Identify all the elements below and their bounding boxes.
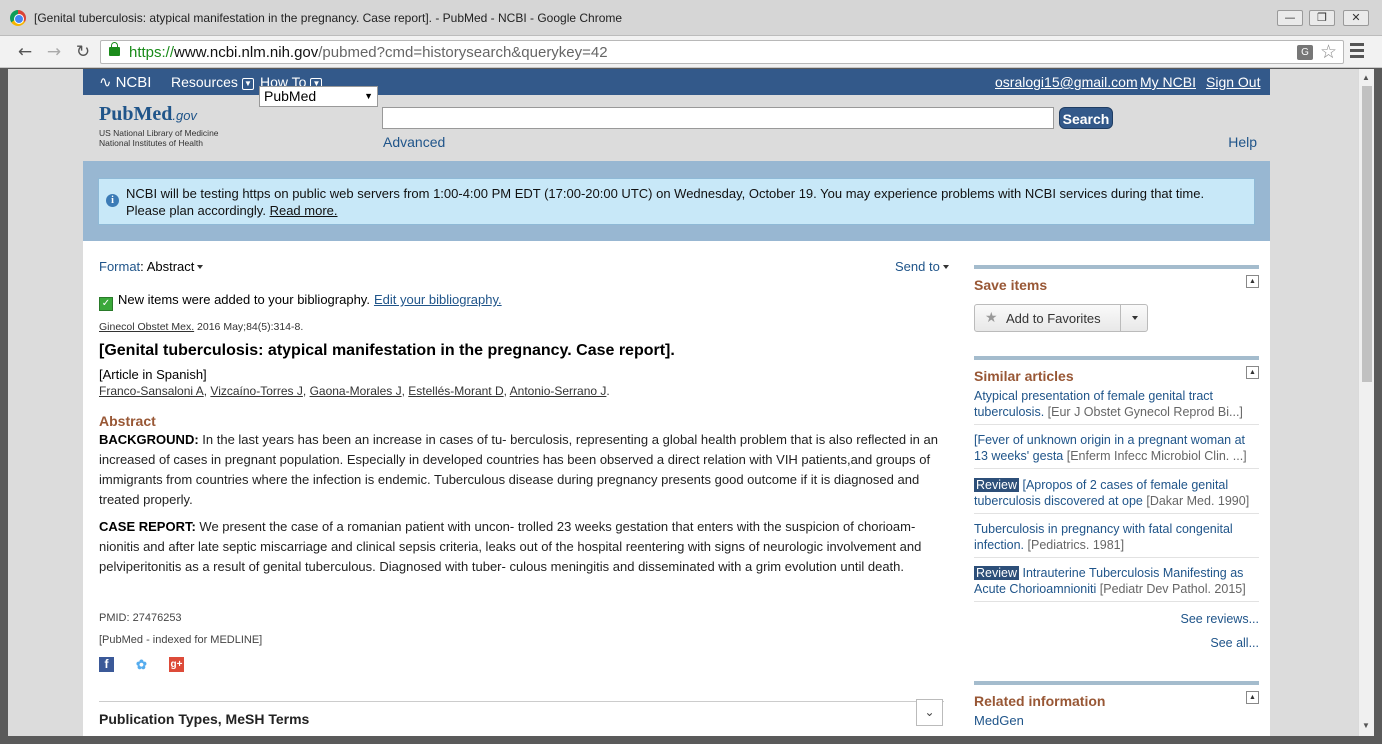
indexing-status: [PubMed - indexed for MEDLINE] [99,634,263,646]
scroll-down-icon[interactable]: ▼ [1362,721,1370,730]
publication-types-section[interactable]: Publication Types, MeSH Terms [99,701,944,727]
window-title: [Genital tuberculosis: atypical manifest… [34,11,623,25]
restore-button[interactable]: ❐ [1309,10,1335,26]
caret-down-icon[interactable] [1132,316,1138,320]
resources-menu[interactable]: Resources ▼ [171,74,254,90]
expand-double-chevron-icon[interactable]: ⌄ [916,699,943,726]
info-icon: i [106,194,119,207]
help-link[interactable]: Help [1228,134,1257,150]
similar-article-item[interactable]: Atypical presentation of female genital … [974,388,1259,425]
see-all-link[interactable]: See all... [1210,636,1259,650]
scroll-up-icon[interactable]: ▲ [1362,73,1370,82]
pubmed-page: ∿ NCBI Resources ▼ How To ▼ osralogi15@gmai… [83,69,1270,736]
my-ncbi-link[interactable]: My NCBI [1140,74,1196,90]
reload-icon[interactable]: ↻ [72,41,94,63]
similar-articles-portlet: Similar articles ▲ Atypical presentation… [974,356,1259,666]
pubmed-logo[interactable]: PubMed.gov US National Library of Medici… [99,103,219,148]
similar-article-item[interactable]: Tuberculosis in pregnancy with fatal con… [974,521,1259,558]
https-notice: i NCBI will be testing https on public w… [98,178,1255,225]
translate-icon[interactable]: G [1297,45,1313,60]
author-link[interactable]: Gaona-Morales J [310,384,402,398]
citation: Ginecol Obstet Mex. 2016 May;84(5):314-8… [99,321,304,333]
review-badge: Review [974,566,1019,580]
similar-article-item[interactable]: [Fever of unknown origin in a pregnant w… [974,432,1259,469]
abstract-case-report: CASE REPORT: We present the case of a ro… [99,519,922,574]
star-icon: ★ [985,309,998,325]
forward-arrow-icon[interactable]: → [43,41,65,63]
address-bar[interactable]: https://www.ncbi.nlm.nih.gov/pubmed?cmd=… [100,40,1344,64]
abstract-heading: Abstract [99,413,156,429]
similar-articles-heading: Similar articles [974,368,1074,384]
journal-link[interactable]: Ginecol Obstet Mex. [99,321,194,333]
article-language: [Article in Spanish] [99,367,207,382]
related-info-heading: Related information [974,693,1106,709]
user-email-link[interactable]: osralogi15@gmail.com [995,74,1138,90]
save-items-portlet: Save items ▲ ★ Add to Favorites [974,265,1259,335]
author-link[interactable]: Franco-Sansaloni A [99,384,204,398]
bibliography-message: ✓ New items were added to your bibliograp… [99,292,502,311]
back-arrow-icon[interactable]: ← [14,41,36,63]
collapse-icon[interactable]: ▲ [1246,275,1259,288]
url-text[interactable]: https://www.ncbi.nlm.nih.gov/pubmed?cmd=… [129,44,608,61]
bookmark-star-icon[interactable]: ☆ [1320,41,1337,64]
caret-down-icon [942,265,949,269]
similar-article-item[interactable]: Review Intrauterine Tuberculosis Manifes… [974,565,1259,602]
related-info-portlet: Related information ▲ MedGen [974,681,1259,736]
collapse-icon[interactable]: ▲ [1246,366,1259,379]
notice-area: i NCBI will be testing https on public w… [83,161,1270,241]
author-link[interactable]: Estellés-Morant D [408,384,503,398]
send-to-menu[interactable]: Send to [895,259,949,274]
ncbi-logo[interactable]: ∿ NCBI [99,73,151,91]
edit-bibliography-link[interactable]: Edit your bibliography. [374,292,502,307]
abstract-background: BACKGROUND: In the last years has been a… [99,432,938,507]
chrome-logo-icon [10,10,26,26]
search-button[interactable]: Search [1059,107,1113,129]
window-titlebar: [Genital tuberculosis: atypical manifest… [0,0,1382,36]
pmid: PMID: 27476253 [99,612,182,624]
google-plus-icon[interactable]: g+ [169,657,184,672]
database-select[interactable]: PubMed ▼ [259,86,378,107]
chrome-menu-icon[interactable] [1350,43,1364,61]
author-link[interactable]: Antonio-Serrano J [510,384,607,398]
scroll-thumb[interactable] [1362,86,1372,382]
minimize-button[interactable]: — [1277,10,1303,26]
chevron-down-icon: ▼ [241,78,254,90]
add-to-favorites-button[interactable]: ★ Add to Favorites [974,304,1148,332]
read-more-link[interactable]: Read more. [270,203,338,218]
browser-toolbar: ← → ↻ https://www.ncbi.nlm.nih.gov/pubme… [0,36,1382,68]
medgen-link[interactable]: MedGen [974,713,1024,728]
caret-down-icon [197,265,204,269]
article-title: [Genital tuberculosis: atypical manifest… [99,342,675,359]
twitter-icon[interactable]: ✿ [134,657,149,672]
collapse-icon[interactable]: ▲ [1246,691,1259,704]
page-viewport: ∿ NCBI Resources ▼ How To ▼ osralogi15@gmai… [8,69,1374,736]
lock-icon [109,42,120,56]
vertical-scrollbar[interactable]: ▲ ▼ [1358,69,1374,736]
see-reviews-link[interactable]: See reviews... [1180,612,1259,626]
check-icon: ✓ [99,297,113,311]
facebook-icon[interactable]: f [99,657,114,672]
ncbi-helix-icon: ∿ [99,73,112,91]
dropdown-arrow-icon: ▼ [364,91,373,101]
similar-article-item[interactable]: Review [Apropos of 2 cases of female gen… [974,477,1259,514]
close-window-button[interactable]: ✕ [1343,10,1369,26]
sign-out-link[interactable]: Sign Out [1206,74,1260,90]
format-selector[interactable]: Format: Abstract [99,259,204,274]
search-header: PubMed.gov US National Library of Medici… [83,86,1270,161]
review-badge: Review [974,478,1019,492]
search-input[interactable] [382,107,1054,129]
author-link[interactable]: Vizcaíno-Torres J [210,384,302,398]
save-items-heading: Save items [974,277,1048,293]
author-list: Franco-Sansaloni A, Vizcaíno-Torres J, G… [99,384,610,398]
advanced-search-link[interactable]: Advanced [383,134,445,150]
